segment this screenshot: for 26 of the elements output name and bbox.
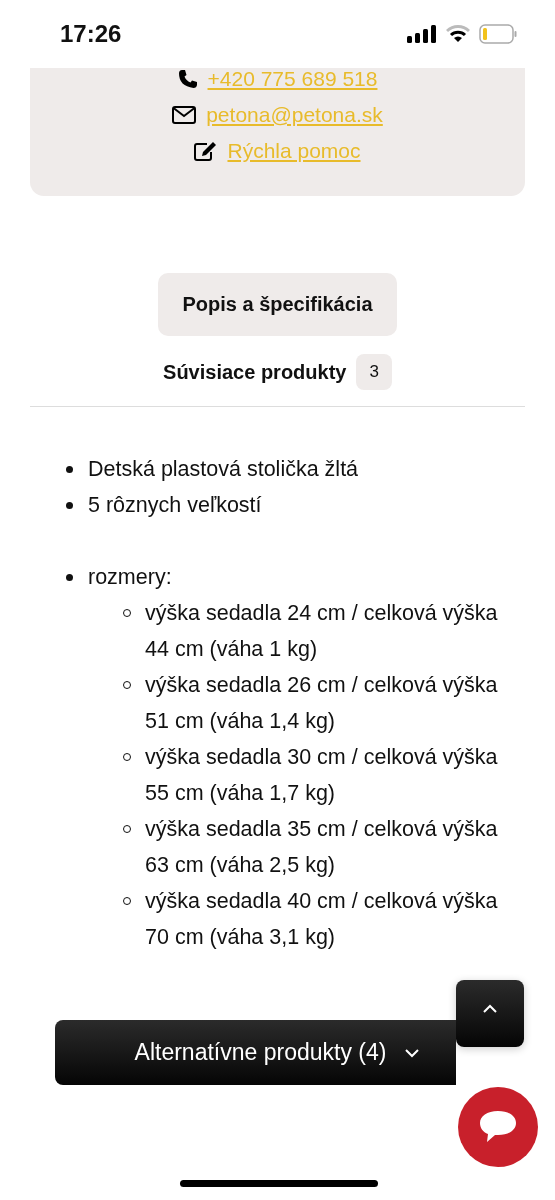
bullet-icon (66, 574, 73, 581)
chevron-up-icon (482, 1004, 498, 1014)
bullet-icon (66, 466, 73, 473)
list-item: výška sedadla 40 cm / celková výška 70 cm (váha 3,1 kg) (145, 889, 498, 949)
count-badge: 3 (356, 354, 392, 390)
envelope-icon (172, 105, 197, 124)
wifi-icon (446, 25, 470, 43)
list-item: výška sedadla 35 cm / celková výška 63 cm (váha 2,5 kg) (145, 817, 498, 877)
tab[interactable]: Popis a špecifikácia (158, 273, 397, 336)
list-item: výška sedadla 26 cm / celková výška 51 cm (váha 1,4 kg) (145, 673, 498, 733)
battery-icon (479, 24, 517, 44)
list-item: výška sedadla 30 cm / celková výška 55 cm (váha 1,7 kg) (145, 745, 498, 805)
list-item: rozmery: (88, 565, 172, 589)
signal-icon (407, 25, 437, 43)
status-time: 17:26 (60, 20, 122, 48)
phone-icon (177, 68, 198, 89)
tab[interactable]: Súvisiace produkty (163, 360, 347, 384)
list-item: Detská plastová stolička žltá (88, 457, 359, 481)
list-item: 5 rôznych veľkostí (88, 493, 262, 517)
bullet-icon (66, 502, 73, 509)
chevron-down-icon (404, 1047, 421, 1058)
chat-bubble-icon (478, 1109, 518, 1145)
list-item: výška sedadla 24 cm / celková výška 44 cm (váha 1 kg) (145, 601, 498, 661)
alternatives-button[interactable]: Alternatívne produkty (4) (55, 1020, 456, 1085)
scroll-top-button[interactable] (456, 980, 524, 1047)
edit-icon (194, 140, 218, 161)
